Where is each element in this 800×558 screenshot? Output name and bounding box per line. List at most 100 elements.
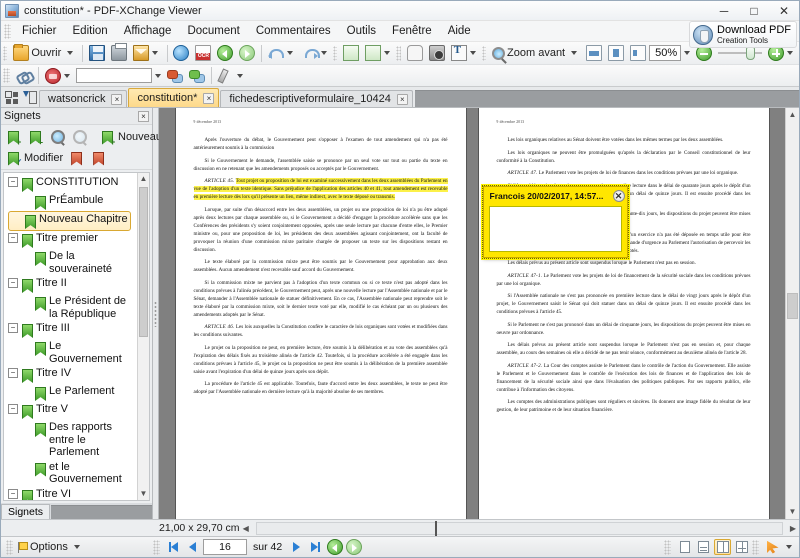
viewmode-grip[interactable] [664,540,671,555]
zoom-tool-button[interactable]: Zoom avant [489,44,583,63]
current-page-input[interactable]: 16 [203,539,247,555]
continuous-facing-view-button[interactable] [733,539,750,555]
menu-fichier[interactable]: Fichier [14,23,65,39]
bookmark-item[interactable]: De la souveraineté [6,249,137,276]
chevron-down-icon[interactable] [787,51,793,55]
options-menu[interactable]: Options [1,540,153,555]
bookmarks-scrollbar[interactable]: ▲ ▼ [137,173,149,500]
new-bookmark-button[interactable]: Nouveau [97,127,165,146]
back-view-button[interactable] [326,539,343,555]
tab-constitution[interactable]: constitution* × [128,88,219,107]
chevron-down-icon[interactable] [287,51,293,55]
status-grip[interactable] [6,540,13,555]
expander-icon[interactable]: − [8,368,18,378]
bookmark-item[interactable]: −CONSTITUTION [6,175,137,193]
bookmark-item[interactable]: −Titre IV [6,366,137,384]
chevron-down-icon[interactable] [321,51,327,55]
menu-outils[interactable]: Outils [339,23,384,39]
scroll-down-icon[interactable]: ▼ [786,505,799,519]
bookmark-item[interactable]: Le Président de la République [6,294,137,321]
chevron-down-icon[interactable] [67,51,73,55]
download-pdf-creation-tools-banner[interactable]: Download PDF Creation Tools [689,21,797,48]
tab-close-icon[interactable]: × [397,94,408,105]
chevron-down-icon[interactable] [786,545,792,549]
tab-grid-icon[interactable] [4,89,20,105]
scroll-right-icon[interactable]: ▶ [787,524,799,533]
document-vertical-scrollbar[interactable]: ▲ ▼ [785,108,799,519]
expander-icon[interactable]: − [8,233,18,243]
bookmark-item[interactable]: et le Gouvernement [6,460,137,487]
chevron-down-icon[interactable] [470,51,476,55]
bookmark-item[interactable]: PrÉambule [6,193,137,211]
nav-grip[interactable] [153,540,160,555]
forward-view-button[interactable] [345,539,362,555]
chevron-down-icon[interactable] [64,74,70,78]
extract-pages-button[interactable] [362,44,396,63]
bookmark-item[interactable]: Le Parlement [6,384,137,402]
expander-icon[interactable]: − [8,177,18,187]
sticky-note-title-bar[interactable]: Francois 20/02/2017, 14:57... ✕ [484,187,627,204]
bookmark-item[interactable]: −Titre III [6,321,137,339]
snapshot-button[interactable] [426,44,448,63]
facing-pages-view-button[interactable] [714,539,731,555]
scroll-up-icon[interactable]: ▲ [786,108,799,122]
scrollbar-thumb[interactable] [435,521,437,537]
chevron-down-icon[interactable] [74,545,80,549]
collapse-bookmarks-button[interactable] [25,127,47,146]
delete-bookmark-button[interactable] [88,148,110,167]
text-box-button[interactable] [186,66,208,85]
undo-button[interactable] [265,44,299,63]
stamp-combo-chevron-icon[interactable] [155,74,161,78]
scrollbar-thumb[interactable] [139,187,148,337]
expander-icon[interactable]: − [8,323,18,333]
comments-toolbar-grip[interactable] [3,68,10,83]
expander-icon[interactable]: − [8,404,18,414]
page-right[interactable]: 9 décembre 2013 Les lois organiques rela… [479,108,769,519]
toolbar-grip-1[interactable] [3,46,7,61]
next-view-button[interactable] [236,44,258,63]
next-page-button[interactable] [288,539,305,555]
zoom-out-bookmark-button[interactable] [69,127,91,146]
zoom-in-bookmark-button[interactable] [47,127,69,146]
bookmark-item[interactable]: −Titre V [6,402,137,420]
close-button[interactable]: ✕ [769,1,799,21]
menu-edition[interactable]: Edition [65,23,116,39]
cursor-tool-button[interactable] [764,539,781,555]
previous-page-button[interactable] [184,539,201,555]
single-page-view-button[interactable] [676,539,693,555]
last-page-button[interactable] [307,539,324,555]
chevron-down-icon[interactable] [571,51,577,55]
expander-icon[interactable]: − [8,278,18,288]
sidebar-close-icon[interactable]: × [138,111,149,122]
expander-icon[interactable]: − [8,489,18,499]
menu-document[interactable]: Document [179,23,247,39]
tab-close-icon[interactable]: × [111,94,122,105]
minimize-button[interactable]: ─ [709,1,739,21]
scrollbar-thumb[interactable] [787,293,798,319]
scroll-down-icon[interactable]: ▼ [138,488,149,500]
maximize-button[interactable]: □ [739,1,769,21]
bookmark-item[interactable]: Des rapports entre le Parlement [6,420,137,460]
link-tool-button[interactable] [13,66,35,85]
first-page-button[interactable] [165,539,182,555]
stamp-combo-input[interactable] [76,68,152,83]
fit-visible-button[interactable] [627,44,649,63]
scroll-left-icon[interactable]: ◀ [240,524,252,533]
select-text-button[interactable] [448,44,482,63]
fit-page-button[interactable] [605,44,627,63]
previous-view-button[interactable] [214,44,236,63]
menu-aide[interactable]: Aide [440,23,479,39]
insert-pages-button[interactable] [340,44,362,63]
open-button[interactable]: Ouvrir [10,44,79,63]
bookmark-item[interactable]: Nouveau Chapitre [8,211,131,231]
modify-bookmark-button[interactable]: Modifier [3,148,66,167]
stamp-tool-button[interactable] [42,66,76,85]
chevron-down-icon[interactable] [237,74,243,78]
sticky-note-button[interactable] [164,66,186,85]
sticky-note-body[interactable] [489,206,622,252]
document-horizontal-scrollbar[interactable] [256,522,783,535]
tab-watsoncrick[interactable]: watsoncrick × [39,90,127,107]
tab-list-icon[interactable] [22,89,38,105]
email-button[interactable] [130,44,164,63]
pencil-tool-button[interactable] [215,66,249,85]
